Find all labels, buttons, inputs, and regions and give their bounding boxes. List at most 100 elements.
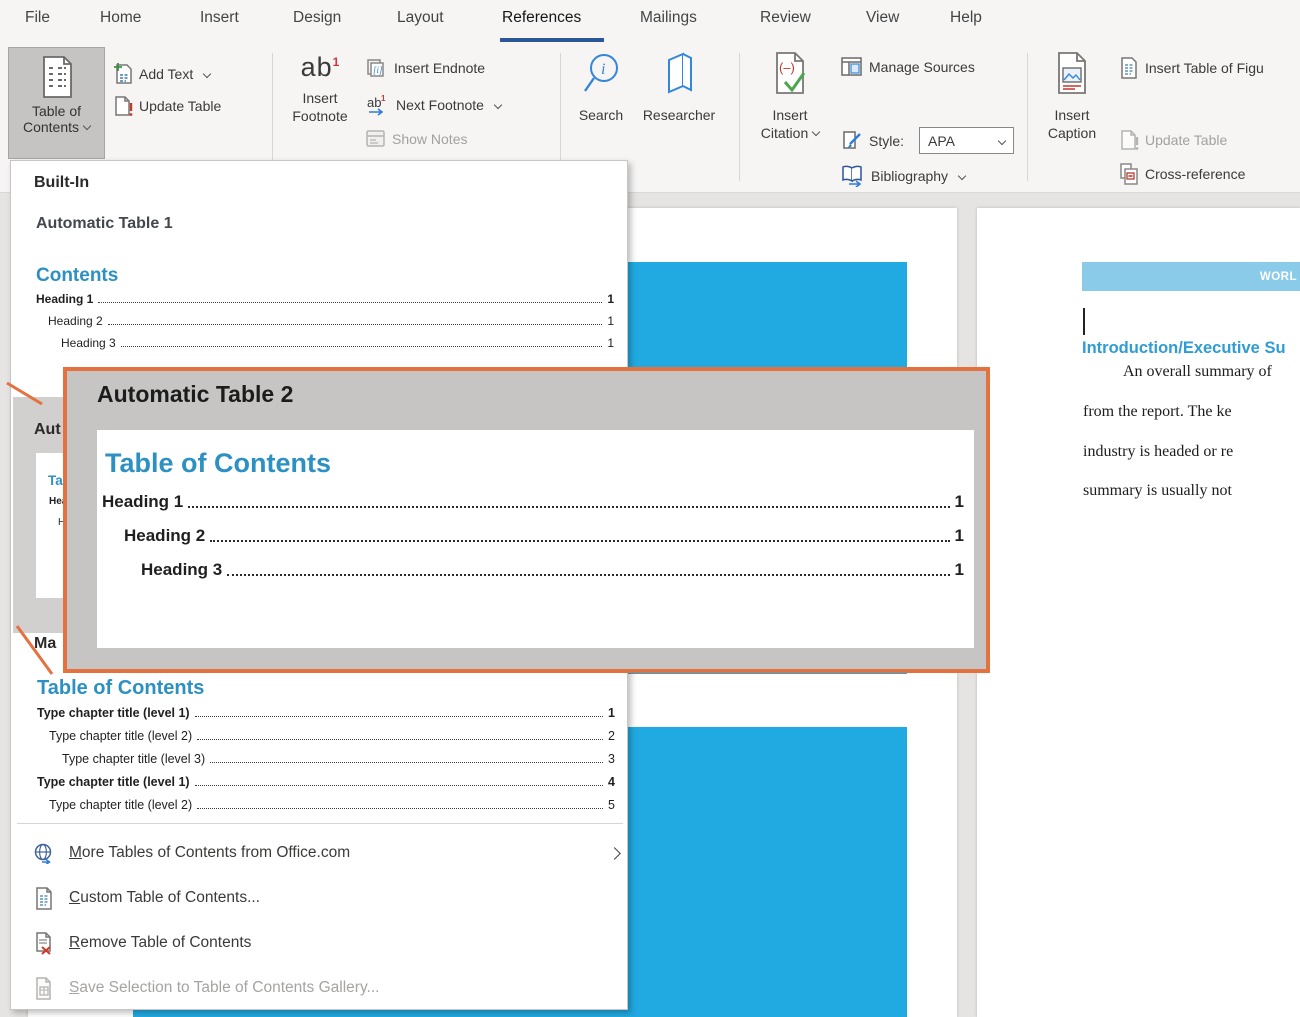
active-tab-underline	[500, 38, 604, 42]
menu-item-label: More Tables of Contents from Office.com	[69, 844, 350, 862]
menu-item-remove-toc[interactable]: Remove Table of Contents	[11, 921, 629, 965]
insert-endnote-label: Insert Endnote	[394, 60, 485, 76]
row-label: Heading 2	[124, 526, 205, 546]
menu-item-save-selection[interactable]: Save Selection to Table of Contents Gall…	[11, 966, 629, 1010]
insert-footnote-button[interactable]: ab1 Insert Footnote	[288, 50, 352, 125]
cross-reference-icon	[1119, 163, 1139, 185]
dot-leader	[195, 716, 603, 717]
researcher-button[interactable]: Researcher	[634, 50, 724, 124]
tab-help[interactable]: Help	[950, 9, 982, 27]
access-key: S	[69, 979, 79, 996]
cross-reference-button[interactable]: Cross-reference	[1119, 163, 1245, 185]
insert-table-of-figures-label: Insert Table of Figu	[1145, 60, 1264, 76]
style-select[interactable]: APA	[919, 127, 1014, 154]
tab-file[interactable]: File	[25, 9, 50, 27]
tab-view[interactable]: View	[866, 9, 899, 27]
toc-preview-row: Type chapter title (level 2)5	[49, 798, 615, 812]
document-body-line: from the report. The ke	[1083, 403, 1232, 421]
footnote-superscript: 1	[333, 55, 340, 69]
insert-footnote-label-1: Insert	[302, 90, 337, 106]
menu-item-label: Remove Table of Contents	[69, 934, 251, 952]
manage-sources-button[interactable]: Manage Sources	[841, 57, 975, 77]
row-label: Type chapter title (level 1)	[37, 775, 190, 789]
document-page-right[interactable]: WORL Introduction/Executive Su An overal…	[977, 208, 1300, 1017]
access-key: M	[69, 844, 82, 861]
insert-footnote-icon: ab	[301, 52, 333, 82]
tab-references[interactable]: References	[502, 9, 581, 27]
svg-text:1: 1	[381, 94, 386, 103]
add-text-button[interactable]: Add Text	[113, 63, 210, 85]
style-label: Style:	[869, 133, 904, 149]
text-cursor	[1083, 308, 1085, 335]
row-label: Type chapter title (level 1)	[37, 706, 190, 720]
toc-preview-row: Heading 31	[141, 560, 964, 580]
row-label: Heading 1	[102, 492, 183, 512]
gallery-section-header: Built-In	[34, 174, 89, 192]
document-heading: Introduction/Executive Su	[1082, 339, 1286, 358]
insert-citation-button[interactable]: (–) Insert Citation	[752, 50, 828, 143]
row-page: 1	[955, 560, 964, 580]
row-label: Type chapter title (level 2)	[49, 729, 192, 743]
word-window: File Home Insert Design Layout Reference…	[0, 0, 1300, 1017]
insert-citation-label-2: Citation	[761, 125, 808, 141]
label-rest: ore Tables of Contents from Office.com	[82, 844, 350, 861]
tab-home[interactable]: Home	[100, 9, 141, 27]
dot-leader	[108, 324, 603, 325]
show-notes-button[interactable]: Show Notes	[366, 130, 467, 148]
row-label: Heading 3	[61, 336, 116, 350]
label-rest: emove Table of Contents	[80, 934, 251, 951]
access-key: R	[69, 934, 80, 951]
table-of-contents-button[interactable]: Table of Contents	[8, 47, 105, 159]
next-footnote-button[interactable]: ab 1 Next Footnote	[366, 94, 501, 116]
banner-text: WORL	[1260, 271, 1297, 283]
ribbon-divider	[739, 53, 740, 181]
svg-text:ab: ab	[367, 95, 381, 110]
update-table-button[interactable]: Update Table	[113, 95, 221, 117]
add-text-label: Add Text	[139, 66, 193, 82]
insert-caption-icon	[1052, 50, 1092, 98]
style-row: Style:	[841, 131, 904, 151]
tab-layout[interactable]: Layout	[397, 9, 444, 27]
toc-preview-row: Heading 11	[36, 292, 614, 306]
tab-design[interactable]: Design	[293, 9, 341, 27]
submenu-arrow-icon	[608, 847, 621, 860]
svg-text:(–): (–)	[779, 60, 795, 75]
researcher-label: Researcher	[643, 107, 715, 123]
toc-preview-row: Type chapter title (level 3)3	[62, 752, 615, 766]
insert-endnote-icon: [i]	[366, 58, 388, 78]
update-table-label: Update Table	[139, 98, 221, 114]
insert-table-of-figures-icon	[1119, 57, 1139, 79]
preview-heading: Table of Contents	[105, 448, 331, 479]
manage-sources-icon	[841, 57, 863, 77]
update-table-captions-button[interactable]: Update Table	[1119, 129, 1227, 151]
update-table-gray-icon	[1119, 129, 1139, 151]
tab-mailings[interactable]: Mailings	[640, 9, 697, 27]
toc-preview-row: Heading 1 1	[102, 492, 964, 512]
document-body-line: An overall summary of	[1123, 363, 1272, 381]
tab-insert[interactable]: Insert	[200, 9, 239, 27]
menu-item-more-tables[interactable]: More Tables of Contents from Office.com	[11, 831, 629, 875]
preview-heading: Table of Contents	[37, 677, 204, 700]
next-footnote-icon: ab 1	[366, 94, 390, 116]
search-button[interactable]: i Search	[570, 50, 632, 124]
automatic-table-2-callout[interactable]: Automatic Table 2 Table of Contents Head…	[63, 367, 990, 673]
menu-item-label: Custom Table of Contents...	[69, 889, 260, 907]
insert-table-of-figures-button[interactable]: Insert Table of Figu	[1119, 57, 1264, 79]
tab-review[interactable]: Review	[760, 9, 811, 27]
insert-caption-button[interactable]: Insert Caption	[1040, 50, 1104, 143]
dot-leader	[195, 785, 603, 786]
preview-heading: Contents	[36, 265, 118, 287]
menu-item-custom-toc[interactable]: Custom Table of Contents...	[11, 876, 629, 920]
insert-endnote-button[interactable]: [i] Insert Endnote	[366, 58, 485, 78]
bibliography-icon	[841, 165, 865, 187]
show-notes-label: Show Notes	[392, 131, 467, 147]
bibliography-button[interactable]: Bibliography	[841, 165, 965, 187]
toc-preview-row: Heading 31	[61, 336, 614, 350]
toc-preview-row: Heading 21	[48, 314, 614, 328]
row-page: 1	[955, 492, 964, 512]
chevron-down-icon	[494, 101, 502, 109]
dot-leader	[210, 540, 949, 542]
update-table-icon	[113, 95, 133, 117]
manage-sources-label: Manage Sources	[869, 59, 975, 75]
gallery-item-title-automatic-1: Automatic Table 1	[36, 215, 173, 233]
